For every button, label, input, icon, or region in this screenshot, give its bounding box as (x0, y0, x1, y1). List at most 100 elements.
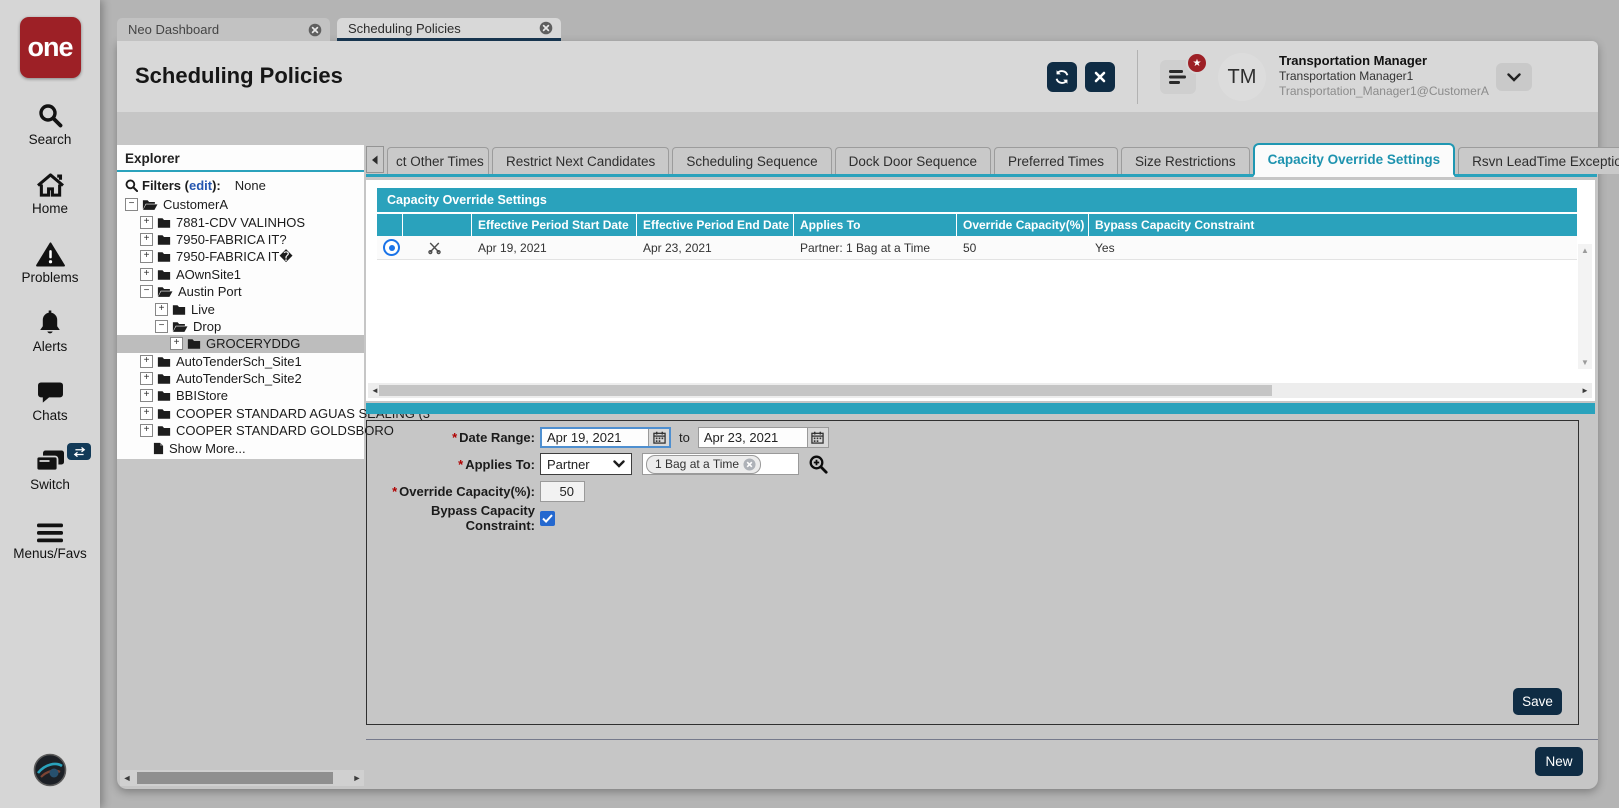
date-start-input[interactable]: Apr 19, 2021 (540, 426, 671, 448)
tree-item-autotendersch-site2[interactable]: + AutoTenderSch_Site2 (117, 370, 364, 387)
tab-restrict-next-candidates[interactable]: Restrict Next Candidates (492, 147, 670, 174)
filters-edit-link[interactable]: edit (189, 178, 212, 193)
tree-item-7881-cdv-valinhos[interactable]: +7881-CDV VALINHOS (117, 213, 364, 230)
close-icon[interactable] (539, 21, 553, 35)
sidebar-nav: Search Home Problems Alerts Chats Switch Menus… (13, 78, 91, 561)
column-header-override-capacity-[interactable]: Override Capacity(%) (957, 214, 1089, 236)
scroll-left-icon[interactable]: ◄ (120, 773, 134, 783)
applies-to-chip-field[interactable]: 1 Bag at a Time (642, 453, 799, 475)
tree-item-aownsite1[interactable]: + AOwnSite1 (117, 266, 364, 283)
scroll-up-icon[interactable]: ▲ (1581, 244, 1589, 257)
tree-item-show-more[interactable]: Show More... (117, 439, 364, 456)
column-header-bypass-capacity-constraint[interactable]: Bypass Capacity Constraint (1089, 214, 1577, 236)
window-tab-neo-dashboard[interactable]: Neo Dashboard (117, 18, 330, 41)
override-capacity-input[interactable]: 50 (540, 480, 585, 502)
column-header-effective-period-end-date[interactable]: Effective Period End Date (637, 214, 794, 236)
calendar-icon[interactable] (806, 427, 828, 447)
tree-item-live[interactable]: + Live (117, 300, 364, 317)
user-name: Transportation Manager1 (1279, 68, 1414, 83)
expand-plus-icon[interactable]: + (140, 406, 153, 420)
to-label: to (679, 429, 690, 445)
expand-plus-icon[interactable]: + (140, 232, 153, 246)
refresh-button[interactable] (1047, 62, 1077, 92)
sidebar-item-search[interactable]: Search (13, 102, 87, 147)
scissors-icon[interactable] (427, 240, 442, 255)
expand-plus-icon[interactable]: + (140, 372, 153, 386)
one-logo[interactable]: one (19, 17, 81, 78)
tree-item-autotendersch-site1[interactable]: + AutoTenderSch_Site1 (117, 353, 364, 370)
scroll-right-icon[interactable]: ► (350, 773, 364, 783)
tree-item-bbistore[interactable]: + BBIStore (117, 387, 364, 404)
expand-plus-icon[interactable]: + (140, 354, 153, 368)
tab-scheduling-sequence[interactable]: Scheduling Sequence (672, 147, 832, 174)
save-button[interactable]: Save (1513, 688, 1562, 715)
sidebar-item-switch[interactable]: Switch (13, 443, 91, 492)
tabs-scroll-left-button[interactable] (366, 146, 384, 173)
explorer-horizontal-scrollbar[interactable]: ◄ ► (120, 770, 364, 786)
tab-preferred-times[interactable]: Preferred Times (994, 147, 1119, 174)
sidebar-item-problems[interactable]: Problems (13, 240, 87, 285)
grid-horizontal-scrollbar[interactable]: ◄ ► (368, 383, 1592, 398)
tree-item-cooper-standard-aguas-sealing-3[interactable]: + COOPER STANDARD AGUAS SEALING (3 (117, 405, 430, 422)
applies-to-select[interactable]: Partner (540, 453, 632, 475)
column-header-applies-to[interactable]: Applies To (794, 214, 957, 236)
window-tab-label: Scheduling Policies (348, 20, 461, 36)
tree-item-austin-port[interactable]: − Austin Port (117, 283, 364, 300)
calendar-icon[interactable] (648, 428, 669, 446)
chat-bubble-icon (37, 378, 64, 405)
chip-remove-icon[interactable] (743, 457, 756, 471)
partner-chip[interactable]: 1 Bag at a Time (646, 454, 762, 474)
expand-plus-icon[interactable]: + (140, 250, 153, 264)
collapse-minus-icon[interactable]: − (155, 319, 168, 333)
bypass-constraint-checkbox[interactable] (540, 510, 555, 526)
expand-plus-icon[interactable]: + (155, 302, 168, 316)
expand-plus-icon[interactable]: + (140, 267, 153, 281)
tree-item-7950-fabrica-it[interactable]: +7950-FABRICA IT� (117, 248, 364, 265)
new-button[interactable]: New (1535, 747, 1583, 776)
tab-size-restrictions[interactable]: Size Restrictions (1121, 147, 1250, 174)
grid-vertical-scrollbar[interactable]: ▲ ▼ (1578, 244, 1592, 369)
table-row[interactable]: Apr 19, 2021 Apr 23, 2021 Partner: 1 Bag a… (377, 236, 1577, 260)
window-tab-scheduling-policies[interactable]: Scheduling Policies (337, 18, 561, 41)
close-icon[interactable] (308, 23, 322, 37)
tree-item-drop[interactable]: − Drop (117, 318, 364, 335)
close-icon (1094, 71, 1106, 83)
date-end-input[interactable]: Apr 23, 2021 (697, 426, 829, 448)
expand-plus-icon[interactable]: + (170, 337, 183, 351)
tab-capacity-override-settings[interactable]: Capacity Override Settings (1252, 143, 1456, 177)
column-header[interactable] (377, 214, 403, 236)
tree-item-customera[interactable]: − CustomerA (117, 196, 364, 213)
user-menu-button[interactable] (1496, 63, 1532, 91)
tree-item-label: 7950-FABRICA IT� (176, 248, 293, 264)
tree-item-cooper-standard-goldsboro[interactable]: + COOPER STANDARD GOLDSBORO (117, 422, 394, 439)
tab-dock-door-sequence[interactable]: Dock Door Sequence (834, 147, 991, 174)
scroll-down-icon[interactable]: ▼ (1581, 356, 1589, 369)
zoom-in-lookup-icon[interactable] (808, 454, 828, 474)
scrollbar-thumb[interactable] (379, 385, 1272, 396)
tab-rsvn-leadtime-exceptions[interactable]: Rsvn LeadTime Exceptions (1458, 147, 1619, 174)
one-globe-logo[interactable] (33, 753, 67, 792)
folder-icon (157, 407, 171, 420)
avatar[interactable]: TM (1218, 53, 1266, 101)
column-header-effective-period-start-date[interactable]: Effective Period Start Date (472, 214, 637, 236)
column-header[interactable] (403, 214, 472, 236)
expand-plus-icon[interactable]: + (140, 424, 153, 438)
collapse-minus-icon[interactable]: − (125, 198, 138, 212)
sidebar-item-home[interactable]: Home (13, 171, 87, 216)
hamburger-icon (1169, 70, 1186, 84)
collapse-minus-icon[interactable]: − (140, 285, 153, 299)
expand-plus-icon[interactable]: + (140, 215, 153, 229)
tree-item-7950-fabrica-it[interactable]: +7950-FABRICA IT? (117, 231, 364, 248)
row-radio-button[interactable] (383, 239, 400, 256)
tab-ct-other-times[interactable]: ct Other Times (387, 147, 489, 174)
scrollbar-thumb[interactable] (137, 772, 333, 784)
expand-plus-icon[interactable]: + (140, 389, 153, 403)
scroll-right-icon[interactable]: ► (1578, 386, 1592, 395)
close-page-button[interactable] (1085, 62, 1115, 92)
row-cell: 50 (963, 240, 977, 255)
sidebar-item-chats[interactable]: Chats (13, 378, 87, 423)
tree-item-groceryddg[interactable]: + GROCERYDDG (117, 335, 364, 353)
sidebar-item-alerts[interactable]: Alerts (13, 309, 87, 354)
folder-open-icon (172, 320, 188, 333)
sidebar-item-menus-favs[interactable]: Menus/Favs (13, 516, 87, 561)
